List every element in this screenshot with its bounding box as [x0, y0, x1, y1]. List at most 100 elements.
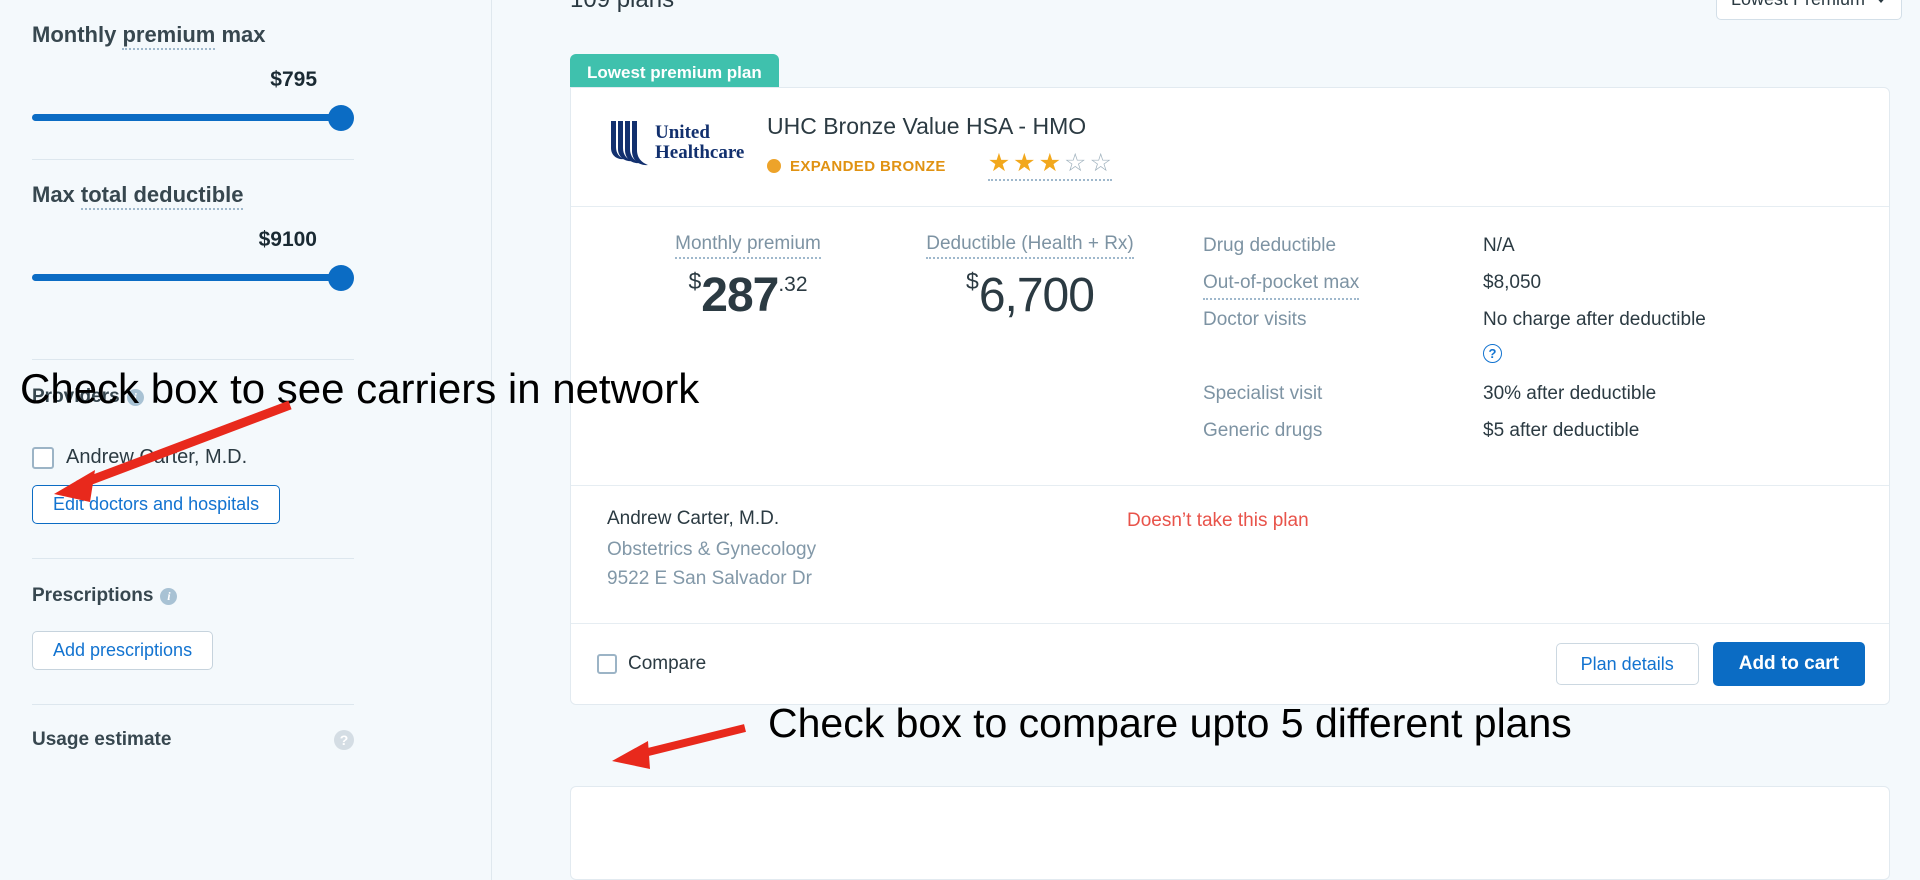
plan-meta-row: EXPANDED BRONZE ★ ★ ★ ☆ ☆: [767, 151, 1112, 181]
united-healthcare-logo: United Healthcare: [607, 113, 767, 169]
filter-value-monthly-premium: $795: [270, 68, 317, 91]
filter-label-suffix: max: [215, 22, 266, 47]
detail-label: Generic drugs: [1203, 420, 1323, 441]
annotation-check-box-compare: Check box to compare upto 5 different pl…: [768, 700, 1572, 746]
plan-details-button[interactable]: Plan details: [1555, 643, 1699, 685]
provider-specialty: Obstetrics & Gynecology: [607, 539, 817, 560]
usage-estimate-heading: Usage estimate ?: [32, 729, 354, 751]
filter-label: Monthly premium max: [32, 22, 459, 50]
detail-label: Specialist visit: [1203, 383, 1323, 404]
star-empty-icon: ☆: [1064, 149, 1087, 177]
info-icon[interactable]: i: [160, 587, 178, 605]
provider-info: Andrew Carter, M.D. Obstetrics & Gynecol…: [607, 508, 1127, 597]
detail-value-column: N/A $8,050 No charge after deductible? 30% …: [1483, 233, 1863, 455]
compare-label: Compare: [628, 653, 707, 674]
metal-level-badge: EXPANDED BRONZE: [767, 158, 946, 175]
plan-provider-section: Andrew Carter, M.D. Obstetrics & Gynecol…: [571, 485, 1889, 623]
provider-name: Andrew Carter, M.D.: [607, 508, 780, 529]
help-circle-icon[interactable]: ?: [1483, 344, 1502, 363]
sidebar-divider: [32, 159, 354, 160]
premium-cents: .32: [778, 273, 808, 296]
plan-card: United Healthcare UHC Bronze Value HSA -…: [570, 87, 1890, 705]
slider-monthly-premium[interactable]: [32, 105, 459, 131]
detail-label: Doctor visits: [1203, 309, 1307, 330]
currency-symbol: $: [688, 268, 702, 294]
usage-estimate-label: Usage estimate: [32, 729, 172, 750]
chevron-down-icon: [1875, 0, 1887, 3]
metric-value: $6,700: [889, 268, 1171, 323]
provider-checkbox[interactable]: [32, 446, 54, 469]
detail-value: 30% after deductible: [1483, 383, 1657, 404]
plan-finder-screen: Monthly premium max $795 Max total deduc…: [0, 0, 1920, 880]
detail-label-row: Specialist visit: [1203, 381, 1483, 418]
filter-label-prefix: Monthly: [32, 22, 123, 47]
metric-label[interactable]: Deductible (Health + Rx): [926, 233, 1134, 259]
sort-dropdown[interactable]: Lowest Premium: [1715, 0, 1902, 20]
filter-label-term: premium: [122, 22, 216, 50]
detail-label-row: Generic drugs: [1203, 418, 1483, 455]
detail-label-row: Out-of-pocket max: [1203, 270, 1483, 307]
bronze-dot-icon: [767, 159, 781, 173]
premium-amount: 287: [701, 269, 779, 322]
detail-label-column: Drug deductible Out-of-pocket max Doctor v…: [1203, 233, 1483, 455]
filter-monthly-premium-max: Monthly premium max $795: [32, 22, 459, 160]
metric-deductible: Deductible (Health + Rx) $6,700: [889, 233, 1171, 455]
star-filled-icon: ★: [1013, 149, 1036, 177]
detail-label-row: Doctor visits: [1203, 307, 1483, 344]
filters-sidebar: Monthly premium max $795 Max total deduc…: [0, 0, 492, 880]
compare-control[interactable]: Compare: [597, 653, 706, 675]
filter-value-total-deductible: $9100: [258, 228, 317, 251]
prescriptions-section: Prescriptions i Add prescriptions: [32, 585, 459, 705]
provider-name-label: Andrew Carter, M.D.: [66, 446, 248, 468]
detail-label: Drug deductible: [1203, 235, 1337, 256]
plan-details-table: Drug deductible Out-of-pocket max Doctor v…: [1203, 233, 1863, 455]
help-icon[interactable]: ?: [334, 730, 354, 750]
filter-label-prefix: Max: [32, 182, 81, 207]
provider-checkbox-row[interactable]: Andrew Carter, M.D.: [32, 446, 459, 469]
star-rating[interactable]: ★ ★ ★ ☆ ☆: [987, 149, 1112, 181]
filter-label-term: total deductible: [80, 182, 244, 210]
detail-value: N/A: [1483, 235, 1515, 256]
detail-value: $8,050: [1483, 272, 1542, 293]
add-prescriptions-button[interactable]: Add prescriptions: [32, 631, 214, 670]
slider-fill: [32, 114, 341, 121]
plan-results-main: 109 plans Lowest Premium Lowest premium …: [492, 0, 1920, 880]
plan-card-header: United Healthcare UHC Bronze Value HSA -…: [571, 88, 1889, 206]
plan-card-footer: Compare Plan details Add to cart: [571, 623, 1889, 704]
svg-text:Healthcare: Healthcare: [655, 142, 744, 163]
plan-card-body: Monthly premium $287.32 Deductible (Heal…: [571, 206, 1889, 485]
provider-network-status: Doesn’t take this plan: [1127, 510, 1309, 531]
metal-level-label: EXPANDED BRONZE: [790, 157, 946, 175]
detail-label-row: Drug deductible: [1203, 233, 1483, 270]
slider-thumb[interactable]: [328, 265, 354, 291]
filter-label: Max total deductible: [32, 182, 459, 210]
plan-name: UHC Bronze Value HSA - HMO: [767, 113, 1087, 139]
detail-value: $5 after deductible: [1483, 420, 1640, 441]
sidebar-divider: [32, 704, 354, 705]
compare-checkbox[interactable]: [597, 654, 617, 674]
detail-label[interactable]: Out-of-pocket max: [1203, 270, 1360, 300]
slider-total-deductible[interactable]: [32, 265, 459, 291]
metric-monthly-premium: Monthly premium $287.32: [607, 233, 889, 455]
annotation-check-box-carriers: Check box to see carriers in network: [20, 365, 700, 412]
plan-header-text: UHC Bronze Value HSA - HMO EXPANDED BRON…: [767, 113, 1112, 181]
plans-count: 109 plans: [570, 0, 674, 14]
next-plan-card[interactable]: [570, 786, 1890, 880]
detail-help-row: ?: [1483, 344, 1863, 381]
svg-text:United: United: [655, 122, 710, 143]
sort-dropdown-value: Lowest Premium: [1731, 0, 1865, 10]
star-filled-icon: ★: [987, 149, 1011, 177]
slider-thumb[interactable]: [328, 105, 354, 131]
metric-label[interactable]: Monthly premium: [675, 233, 821, 259]
add-to-cart-button[interactable]: Add to cart: [1712, 642, 1865, 686]
sidebar-divider: [32, 558, 354, 559]
star-filled-icon: ★: [1038, 149, 1062, 177]
star-empty-icon: ☆: [1089, 149, 1112, 177]
detail-value: No charge after deductible: [1483, 309, 1706, 330]
deductible-amount: 6,700: [978, 269, 1095, 322]
edit-doctors-hospitals-button[interactable]: Edit doctors and hospitals: [32, 485, 281, 524]
filter-max-total-deductible: Max total deductible $9100: [32, 182, 459, 360]
currency-symbol: $: [966, 268, 979, 294]
sidebar-divider: [32, 359, 354, 360]
metric-value: $287.32: [607, 268, 889, 323]
